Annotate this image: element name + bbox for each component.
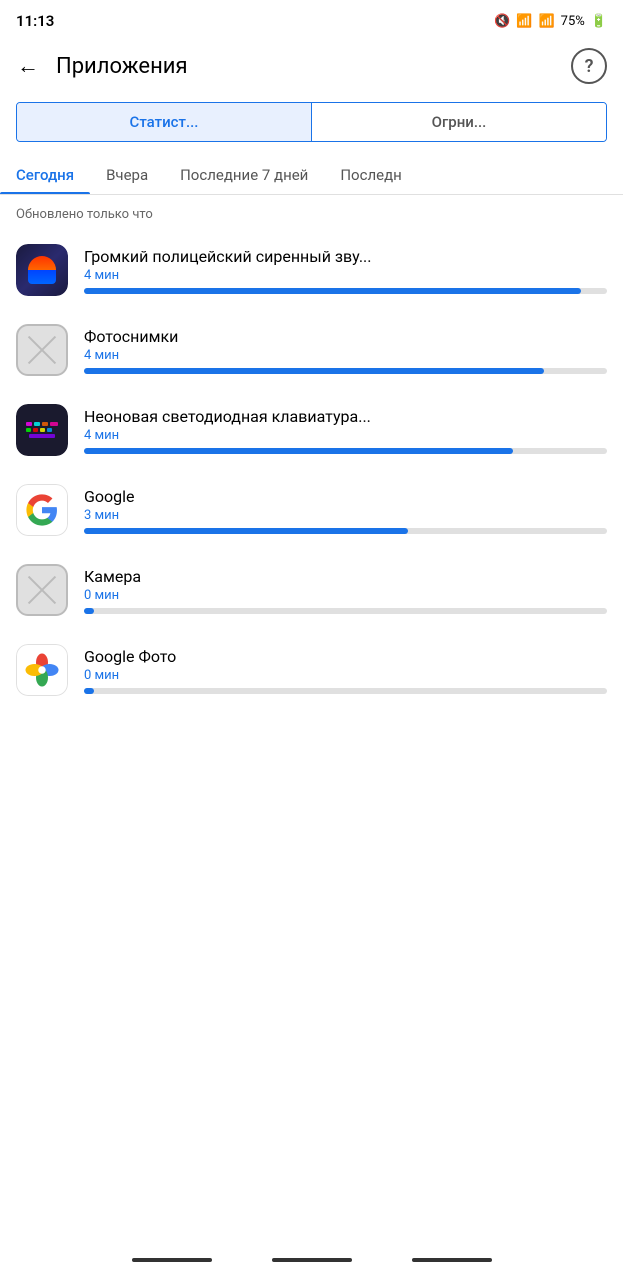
wifi-icon: 📶 bbox=[516, 14, 532, 29]
period-tabs: Сегодня Вчера Последние 7 дней Последн bbox=[0, 142, 623, 195]
app-name: Фотоснимки bbox=[84, 327, 607, 346]
progress-bar-bg bbox=[84, 688, 607, 694]
progress-bar-fill bbox=[84, 528, 408, 534]
app-icon-camera bbox=[16, 564, 68, 616]
list-item[interactable]: Громкий полицейский сиренный зву... 4 ми… bbox=[16, 230, 607, 310]
app-icon-gphotos bbox=[16, 644, 68, 696]
list-item[interactable]: Google 3 мин bbox=[16, 470, 607, 550]
help-button[interactable]: ? bbox=[571, 48, 607, 84]
list-item[interactable]: Фотоснимки 4 мин bbox=[16, 310, 607, 390]
status-bar: 11:13 🔇 📶 📶 75% 🔋 bbox=[0, 0, 623, 38]
battery-text: 75% bbox=[561, 14, 585, 29]
progress-bar-fill bbox=[84, 688, 94, 694]
app-time: 0 мин bbox=[84, 588, 607, 603]
progress-bar-bg bbox=[84, 368, 607, 374]
progress-bar-fill bbox=[84, 368, 544, 374]
app-time: 4 мин bbox=[84, 268, 607, 283]
progress-bar-fill bbox=[84, 608, 94, 614]
nav-pill-back bbox=[132, 1258, 212, 1262]
back-arrow-icon: ← bbox=[17, 53, 39, 79]
progress-bar-fill bbox=[84, 448, 513, 454]
back-button[interactable]: ← bbox=[8, 46, 48, 86]
progress-bar-bg bbox=[84, 528, 607, 534]
signal-icon: 📶 bbox=[538, 14, 554, 29]
app-time: 4 мин bbox=[84, 428, 607, 443]
app-time: 3 мин bbox=[84, 508, 607, 523]
app-name: Неоновая светодиодная клавиатура... bbox=[84, 407, 607, 426]
app-name: Камера bbox=[84, 567, 607, 586]
app-name: Google Фото bbox=[84, 647, 607, 666]
tab-restrictions[interactable]: Огрни... bbox=[312, 103, 606, 141]
app-icon-keyboard bbox=[16, 404, 68, 456]
tab-toggle: Статист... Огрни... bbox=[16, 102, 607, 142]
list-item[interactable]: Google Фото 0 мин bbox=[16, 630, 607, 710]
app-icon-photos bbox=[16, 324, 68, 376]
app-icon-google bbox=[16, 484, 68, 536]
tab-last-period[interactable]: Последн bbox=[324, 158, 417, 194]
nav-pill-home bbox=[272, 1258, 352, 1262]
app-name: Громкий полицейский сиренный зву... bbox=[84, 247, 607, 266]
app-icon-siren bbox=[16, 244, 68, 296]
tab-today[interactable]: Сегодня bbox=[0, 158, 90, 194]
app-time: 0 мин bbox=[84, 668, 607, 683]
nav-bar bbox=[0, 1244, 623, 1280]
progress-bar-bg bbox=[84, 608, 607, 614]
tab-last7days[interactable]: Последние 7 дней bbox=[164, 158, 324, 194]
updated-text: Обновлено только что bbox=[0, 195, 623, 230]
tab-statistics[interactable]: Статист... bbox=[17, 103, 312, 141]
app-list: Громкий полицейский сиренный зву... 4 ми… bbox=[0, 230, 623, 710]
status-time: 11:13 bbox=[16, 12, 54, 30]
list-item[interactable]: Камера 0 мин bbox=[16, 550, 607, 630]
list-item[interactable]: Неоновая светодиодная клавиатура... 4 ми… bbox=[16, 390, 607, 470]
app-name: Google bbox=[84, 487, 607, 506]
progress-bar-bg bbox=[84, 288, 607, 294]
app-time: 4 мин bbox=[84, 348, 607, 363]
nav-pill-recents bbox=[412, 1258, 492, 1262]
help-icon: ? bbox=[585, 56, 594, 77]
progress-bar-bg bbox=[84, 448, 607, 454]
page-title: Приложения bbox=[56, 54, 188, 79]
status-icons: 🔇 📶 📶 75% 🔋 bbox=[494, 14, 607, 29]
progress-bar-fill bbox=[84, 288, 581, 294]
battery-icon: 🔋 bbox=[591, 14, 607, 29]
header: ← Приложения ? bbox=[0, 38, 623, 94]
tab-yesterday[interactable]: Вчера bbox=[90, 158, 164, 194]
mute-icon: 🔇 bbox=[494, 14, 510, 29]
